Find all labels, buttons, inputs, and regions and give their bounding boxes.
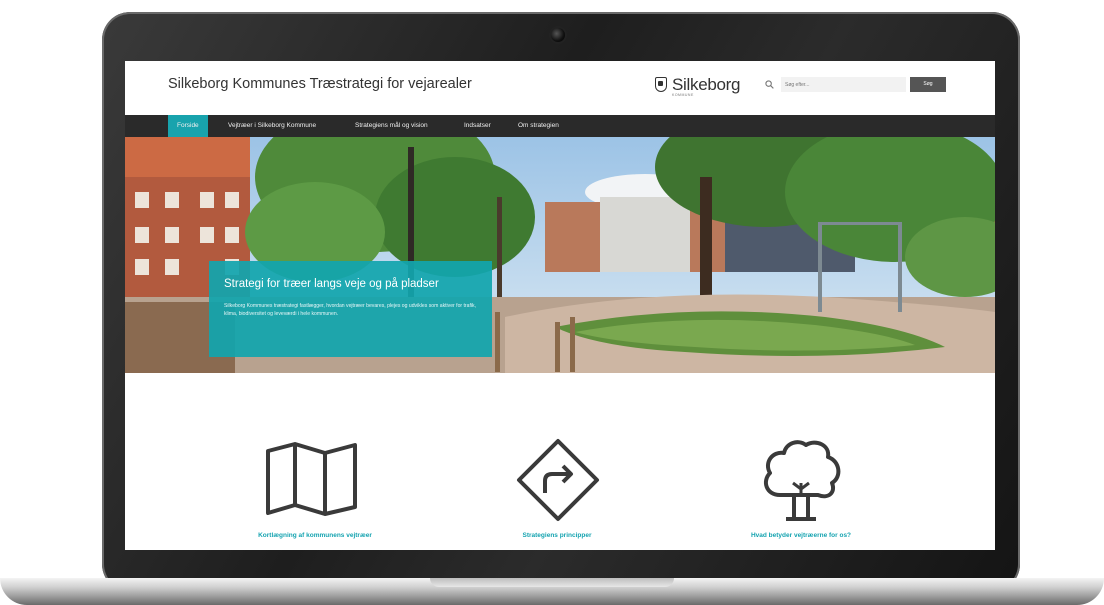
- map-icon[interactable]: [265, 441, 360, 517]
- nav-item-forside[interactable]: Forside: [168, 115, 208, 137]
- laptop-base-notch: [430, 578, 674, 587]
- logo-text: Silkeborg: [672, 75, 741, 94]
- feature-principper-link[interactable]: Strategiens principper: [523, 532, 592, 539]
- search-icon: [765, 80, 774, 89]
- feature-vejtraeer-betydning-link[interactable]: Hvad betyder vejtræerne for os?: [751, 532, 851, 539]
- hero-title: Strategi for træer langs veje og på plad…: [224, 278, 439, 290]
- nav-item-strategiens-maal[interactable]: Strategiens mål og vision: [355, 115, 428, 137]
- site-title[interactable]: Silkeborg Kommunes Træstrategi for vejar…: [168, 76, 472, 92]
- nav-item-om-strategien[interactable]: Om strategien: [518, 115, 559, 137]
- road-sign-turn-icon[interactable]: [515, 437, 601, 523]
- hero-description: Silkeborg Kommunes træstrategi fastlægge…: [224, 303, 476, 318]
- tree-icon[interactable]: [758, 437, 844, 523]
- hero-textbox: Strategi for træer langs veje og på plad…: [209, 261, 492, 357]
- hero-banner: Strategi for træer langs veje og på plad…: [125, 137, 995, 373]
- laptop-screen: Silkeborg Kommunes Træstrategi for vejar…: [125, 61, 995, 550]
- feature-kortlaegning-link[interactable]: Kortlægning af kommunens vejtræer: [258, 532, 372, 539]
- silkeborg-logo[interactable]: Silkeborg KOMMUNE: [655, 75, 741, 97]
- nav-item-indsatser[interactable]: Indsatser: [464, 115, 491, 137]
- nav-item-vejtraeer[interactable]: Vejtræer i Silkeborg Kommune: [228, 115, 316, 137]
- main-navigation: Forside Vejtræer i Silkeborg Kommune Str…: [125, 115, 995, 137]
- search-input[interactable]: [781, 77, 906, 92]
- search-button[interactable]: Søg: [910, 77, 946, 92]
- logo-subtext: KOMMUNE: [672, 93, 694, 97]
- webcam: [551, 28, 565, 42]
- coat-of-arms-icon: [655, 77, 667, 92]
- site-header: Silkeborg Kommunes Træstrategi for vejar…: [125, 61, 995, 115]
